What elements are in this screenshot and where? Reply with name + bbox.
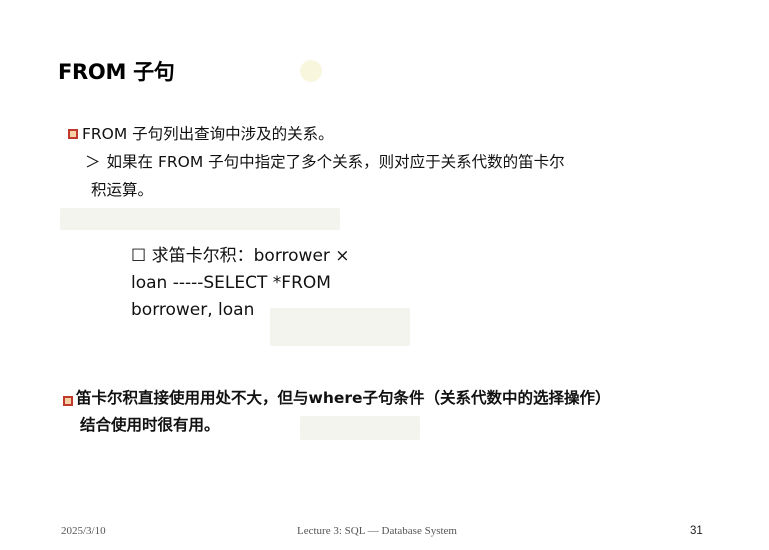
bullet-continuation: 结合使用时很有用。 — [80, 416, 220, 434]
slide-title: FROM 子句 — [58, 60, 175, 84]
scan-artifact — [300, 60, 322, 82]
square-bullet-icon — [63, 395, 73, 406]
footer-lecture: Lecture 3: SQL — Database System — [297, 525, 457, 537]
page-number: 31 — [690, 525, 703, 537]
example-block: ☐ 求笛卡尔积：borrower × loan -----SELECT *FRO… — [131, 243, 391, 324]
sub-bullet-continuation: 积运算。 — [91, 181, 154, 199]
bullet-line: 笛卡尔积直接使用用处不大，但与where子句条件（关系代数中的选择操作） — [63, 385, 703, 412]
footer-date: 2025/3/10 — [61, 525, 106, 537]
slide: FROM 子句 FROM 子句列出查询中涉及的关系。 ＞ 如果在 FROM 子句中… — [0, 0, 769, 550]
example-line: ☐ 求笛卡尔积：borrower × — [131, 246, 350, 266]
bullet-line: FROM 子句列出查询中涉及的关系。 — [68, 120, 718, 148]
bullet-from-clause: FROM 子句列出查询中涉及的关系。 ＞ 如果在 FROM 子句中指定了多个关系，… — [68, 120, 718, 204]
bullet-text: 笛卡尔积直接使用用处不大，但与where子句条件（关系代数中的选择操作） — [76, 389, 611, 407]
bullet-text: FROM 子句列出查询中涉及的关系。 — [82, 125, 334, 143]
example-line: loan -----SELECT *FROM — [131, 273, 331, 293]
example-line: borrower, loan — [131, 300, 255, 320]
bullet-cartesian-note: 笛卡尔积直接使用用处不大，但与where子句条件（关系代数中的选择操作） 结合使… — [63, 385, 703, 439]
scan-artifact — [60, 208, 340, 230]
sub-bullet: ＞ 如果在 FROM 子句中指定了多个关系，则对应于关系代数的笛卡尔 — [68, 148, 718, 176]
sub-bullet-text: 如果在 FROM 子句中指定了多个关系，则对应于关系代数的笛卡尔 — [106, 153, 565, 171]
arrow-bullet-icon: ＞ — [85, 153, 101, 171]
square-bullet-icon — [68, 129, 78, 139]
